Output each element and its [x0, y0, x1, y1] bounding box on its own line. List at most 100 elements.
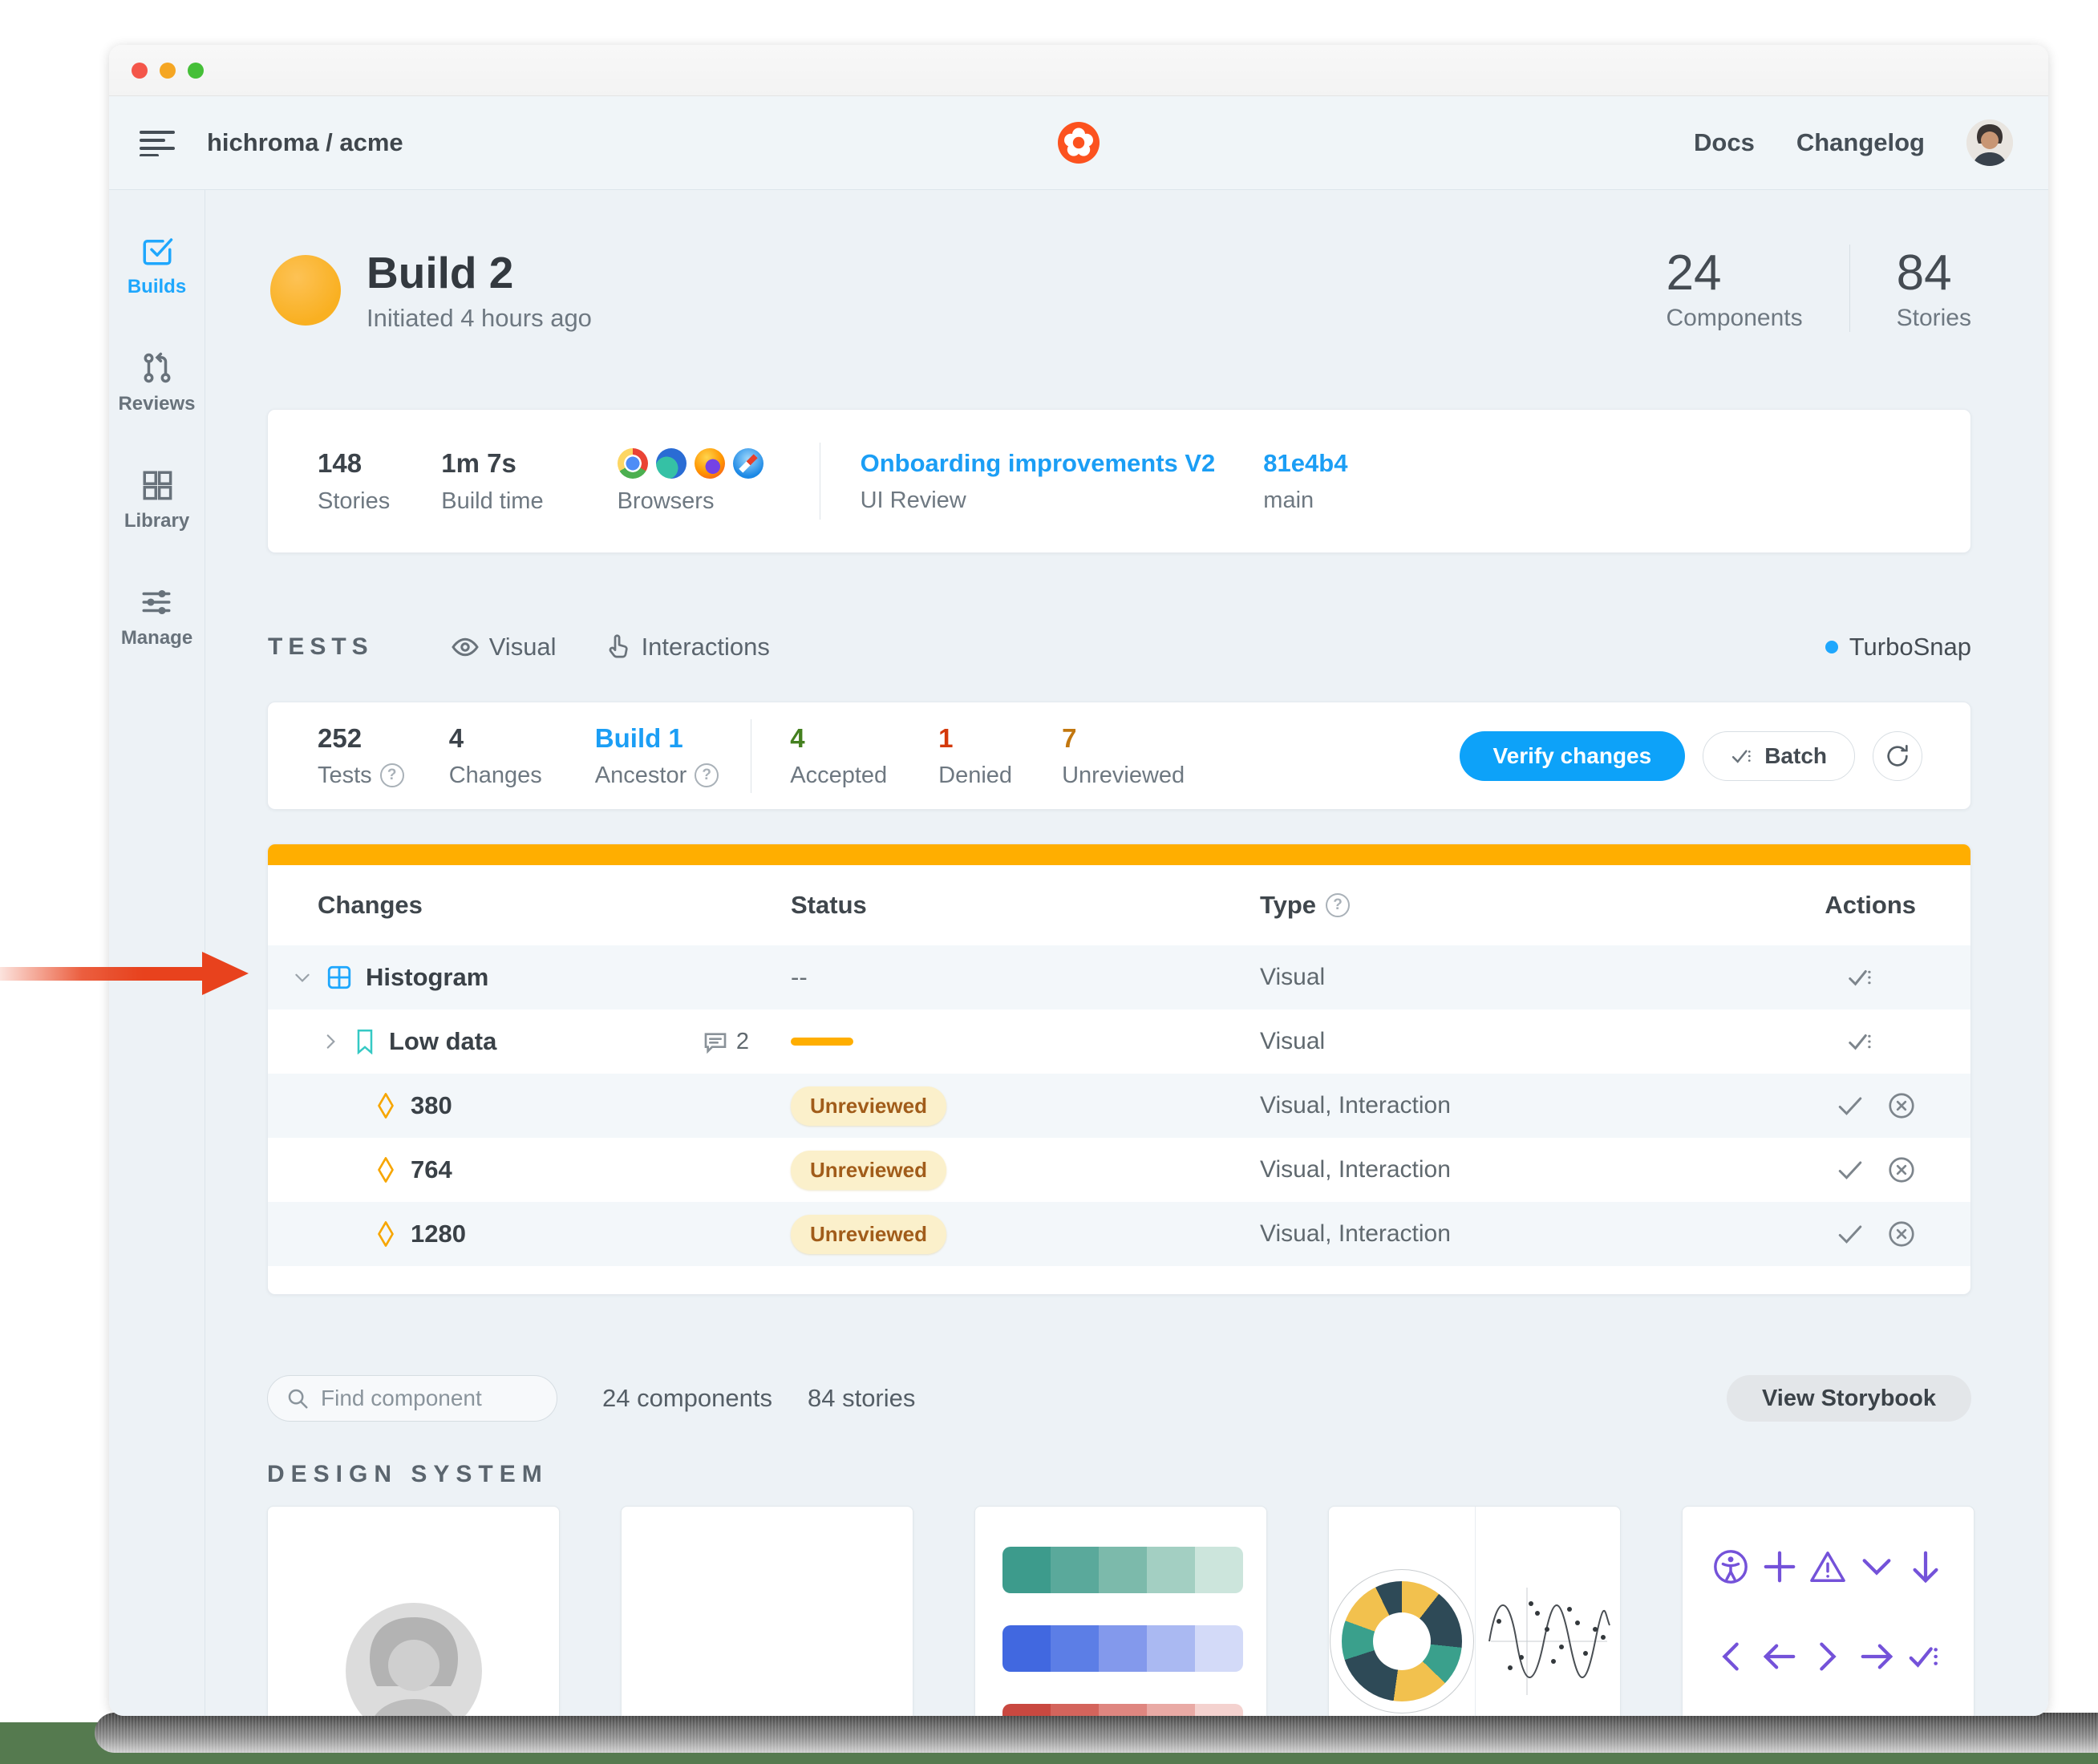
sidebar-item-builds[interactable]: Builds [128, 234, 186, 298]
search-field[interactable] [267, 1375, 557, 1422]
build-progress-bar [268, 844, 1970, 865]
window-drop-shadow [95, 1713, 2098, 1753]
component-card-color-swatches[interactable] [974, 1506, 1267, 1716]
table-row-380[interactable]: 380 Unreviewed Visual, Interaction [268, 1074, 1970, 1138]
refresh-button[interactable] [1873, 731, 1922, 781]
accept-check-icon[interactable] [1836, 1091, 1865, 1120]
column-status: Status [791, 891, 1260, 920]
deny-circle-x-icon[interactable] [1887, 1155, 1916, 1184]
ui-review: Onboarding improvements V2 UI Review [861, 449, 1216, 514]
component-card-charts[interactable] [1328, 1506, 1621, 1716]
design-system-cards: + 10 [267, 1506, 1974, 1716]
firefox-browser-icon [695, 448, 725, 479]
batch-check-icon [1907, 1638, 1944, 1675]
tests-bar: TESTS Visual Interactions [268, 627, 1971, 667]
column-actions: Actions [1825, 891, 1916, 920]
sidebar-item-reviews[interactable]: Reviews [118, 351, 195, 415]
sidebar-item-manage[interactable]: Manage [121, 585, 192, 649]
visual-toggle[interactable]: Visual [451, 633, 557, 662]
table-row-1280[interactable]: 1280 Unreviewed Visual, Interaction [268, 1202, 1970, 1266]
interactions-toggle[interactable]: Interactions [603, 633, 770, 662]
chevron-right-icon[interactable] [320, 1031, 341, 1052]
breadcrumb[interactable]: hichroma / acme [207, 128, 403, 157]
viewport-diamond-icon [374, 1156, 398, 1183]
swatch-list [1002, 1547, 1243, 1716]
edge-browser-icon [656, 448, 687, 479]
tests-summary-card: 252 Tests? 4 Changes Build 1 Ancestor? 4 [267, 702, 1971, 810]
arrow-down-icon [1907, 1548, 1944, 1585]
comment-count[interactable]: 2 [703, 1029, 749, 1055]
library-grid-icon [140, 468, 174, 502]
chrome-browser-icon [618, 448, 648, 479]
component-card-avatar-list[interactable]: + 10 [621, 1506, 913, 1716]
deny-circle-x-icon[interactable] [1887, 1091, 1916, 1120]
component-grid-icon [326, 964, 353, 991]
zoom-window-button[interactable] [188, 63, 204, 79]
ancestor-help-icon[interactable]: ? [695, 763, 719, 787]
chevron-down-icon [1858, 1548, 1895, 1585]
close-window-button[interactable] [132, 63, 148, 79]
table-header: Changes Status Type? Actions [268, 865, 1970, 945]
verify-changes-button[interactable]: Verify changes [1460, 731, 1686, 781]
review-link[interactable]: Onboarding improvements V2 [861, 449, 1216, 478]
component-card-avatar[interactable] [267, 1506, 560, 1716]
batch-accept-icon[interactable] [1847, 963, 1876, 992]
view-storybook-button[interactable]: View Storybook [1727, 1375, 1971, 1422]
pointer-hand-icon [603, 633, 632, 662]
components-stat: 24 Components [1620, 245, 1849, 332]
sidebar-item-library[interactable]: Library [124, 468, 189, 532]
line-chart-thumbnail [1474, 1529, 1620, 1716]
tests-help-icon[interactable]: ? [380, 763, 404, 787]
accept-check-icon[interactable] [1836, 1155, 1865, 1184]
swatch-blue [1002, 1625, 1243, 1672]
eye-icon [451, 633, 480, 662]
tests-heading: TESTS [268, 633, 374, 661]
stories-stat: 84 Stories [1849, 245, 1971, 332]
menu-icon[interactable] [140, 129, 175, 156]
unreviewed-count: 7 Unreviewed [1062, 723, 1185, 789]
chevron-down-icon[interactable] [292, 967, 313, 988]
deny-circle-x-icon[interactable] [1887, 1220, 1916, 1248]
table-row-histogram[interactable]: Histogram -- Visual [268, 945, 1970, 1009]
design-system-heading: DESIGN SYSTEM [267, 1461, 549, 1488]
table-row-low-data[interactable]: Low data 2 Visual [268, 1009, 1970, 1074]
docs-link[interactable]: Docs [1694, 128, 1755, 157]
changes-table-card: Changes Status Type? Actions Histogram -… [267, 844, 1971, 1295]
chevron-left-icon [1712, 1638, 1749, 1675]
turbosnap-indicator[interactable]: TurboSnap [1825, 633, 1971, 662]
status-badge: Unreviewed [791, 1151, 946, 1190]
changelog-link[interactable]: Changelog [1796, 128, 1925, 157]
accept-check-icon[interactable] [1836, 1220, 1865, 1248]
status-badge: Unreviewed [791, 1086, 946, 1126]
viewport-diamond-icon [374, 1220, 398, 1248]
builds-checkbox-icon [140, 234, 174, 268]
search-input[interactable] [321, 1386, 539, 1411]
build-status-circle [270, 255, 341, 326]
batch-button[interactable]: Batch [1703, 731, 1855, 781]
ancestor-link[interactable]: Build 1 [595, 723, 719, 754]
build-time: 1m 7s Build time [441, 448, 543, 515]
chevron-right-icon [1809, 1638, 1846, 1675]
macos-titlebar [109, 45, 2048, 96]
turbosnap-dot-icon [1825, 641, 1838, 653]
chromatic-logo-icon[interactable] [1058, 122, 1100, 164]
safari-browser-icon [733, 448, 763, 479]
build-stats: 24 Components 84 Stories [1620, 245, 1971, 332]
table-row-764[interactable]: 764 Unreviewed Visual, Interaction [268, 1138, 1970, 1202]
commit-link[interactable]: 81e4b4 [1263, 449, 1347, 478]
reviews-pullrequest-icon [140, 351, 174, 385]
commit: 81e4b4 main [1263, 449, 1347, 514]
page: hichroma / acme Docs Changelog [0, 0, 2098, 1764]
app-header: hichroma / acme Docs Changelog [109, 96, 2048, 190]
component-card-icons[interactable] [1682, 1506, 1974, 1716]
batch-accept-icon[interactable] [1847, 1027, 1876, 1056]
component-finder-row: 24 components 84 stories View Storybook [267, 1375, 1971, 1422]
arrow-left-icon [1761, 1638, 1798, 1675]
page-title: Build 2 [367, 249, 592, 297]
warning-triangle-icon [1809, 1548, 1846, 1585]
plus-icon [1761, 1548, 1798, 1585]
status-badge: Unreviewed [791, 1215, 946, 1254]
type-help-icon[interactable]: ? [1326, 893, 1350, 917]
minimize-window-button[interactable] [160, 63, 176, 79]
user-avatar[interactable] [1966, 119, 2013, 166]
